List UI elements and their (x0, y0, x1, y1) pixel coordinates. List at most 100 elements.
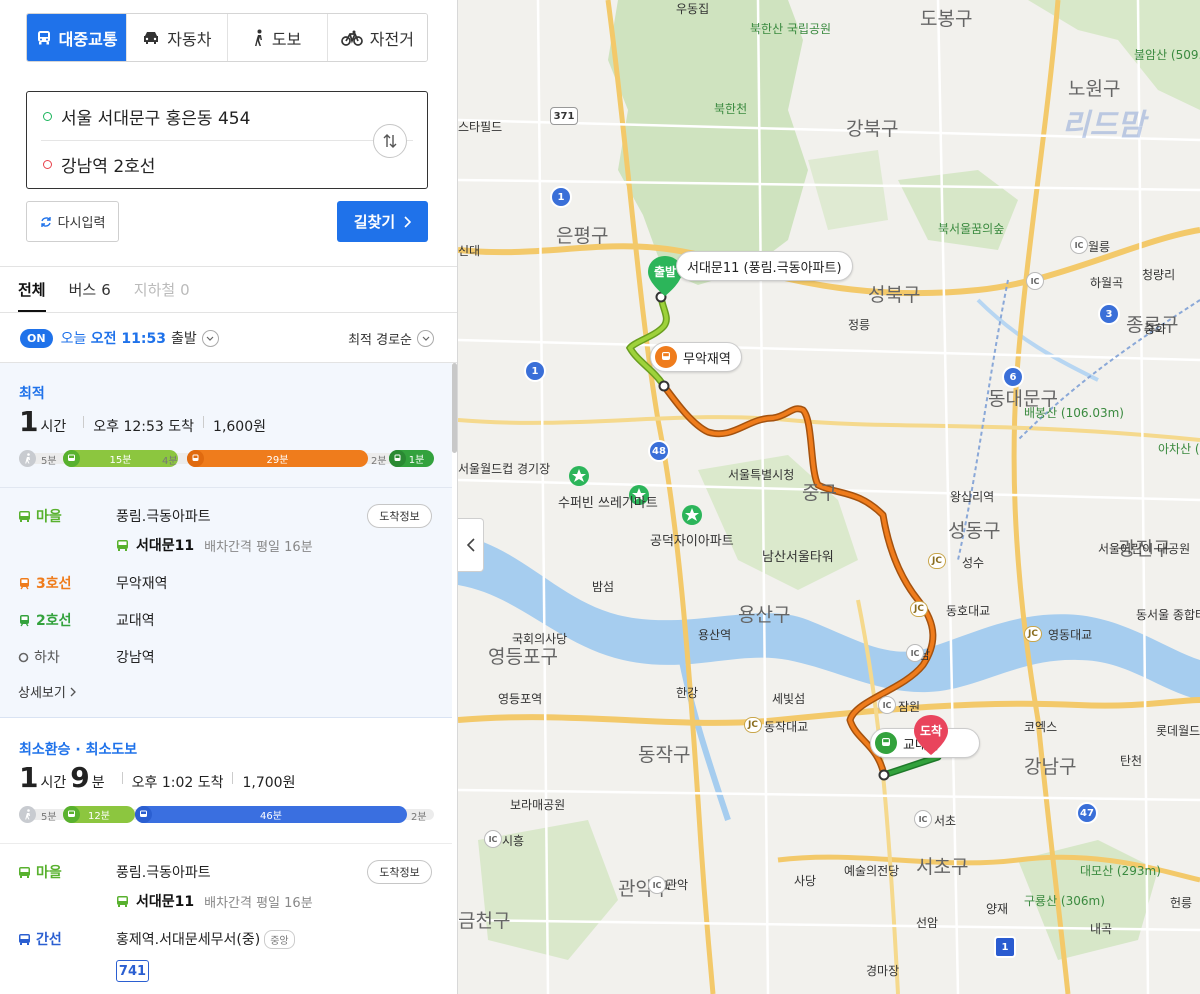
map-poi: 영동대교 (1048, 628, 1093, 642)
step-kind-label: 2호선 (36, 613, 72, 629)
map-poi: 잠원 (898, 700, 921, 714)
village-bus-segment: 15분 (63, 450, 178, 467)
route-label: 최소환승 · 최소도보 (19, 742, 138, 758)
bus-icon (63, 450, 80, 467)
sort-label: 최적 경로순 (348, 332, 412, 348)
scrollbar[interactable] (452, 363, 457, 453)
bus-name[interactable]: 서대문11 (136, 891, 194, 911)
fare: 1,700원 (242, 775, 296, 791)
map-poi: 동서울 종합터미널 (1136, 608, 1200, 622)
route-segment-bar: 5분 15분 4분 29분 2분 1분 (19, 450, 434, 467)
step-place: 무악재역 (116, 576, 168, 592)
bus-icon (19, 933, 30, 945)
mode-public-transit[interactable]: 대중교통 (27, 14, 127, 61)
road-number: 3 (1098, 303, 1120, 325)
bus-interval: 배차간격 평일 16분 (204, 895, 313, 911)
map-poi: 세빛섬 (772, 692, 806, 706)
junction-badge: JC (928, 553, 946, 569)
mode-bicycle[interactable]: 자전거 (326, 14, 427, 61)
mode-label: 자전거 (369, 29, 414, 49)
median-lane-tag: 중앙 (264, 929, 295, 949)
duration-hours-unit: 시간 (40, 419, 67, 435)
separator (203, 415, 205, 428)
swap-route-button[interactable] (373, 124, 407, 158)
route-step-line3: 3호선 무악재역 (18, 573, 438, 593)
route-result-card[interactable]: 최소환승 · 최소도보 1 시간 9 분 오후 1:02 도착 1,700원 5… (0, 719, 452, 994)
tab-bus[interactable]: 버스 6 (69, 267, 111, 312)
step-place: 교대역 (116, 613, 155, 629)
sort-dropdown[interactable]: 최적 경로순 (348, 329, 434, 348)
duration-minutes: 9 (70, 761, 90, 794)
car-icon (144, 32, 159, 44)
map-poi: 하월곡 (1090, 276, 1124, 290)
ic-badge: IC (1026, 272, 1044, 290)
route-step-trunk-bus: 간선 홍제역.서대문세무서(중) 중앙 (18, 929, 438, 949)
step-kind: 마을 (18, 506, 116, 526)
collapse-panel-button[interactable] (458, 518, 484, 572)
bus-icon (63, 806, 80, 823)
detail-link[interactable]: 상세보기 (18, 682, 76, 701)
tab-all[interactable]: 전체 (18, 267, 46, 312)
road-number: 6 (1002, 366, 1024, 388)
route-segment-bar: 5분 12분 46분 2분 (19, 806, 434, 823)
arrival-info-button[interactable]: 도착정보 (367, 504, 432, 528)
bus-icon (19, 866, 30, 878)
mode-car[interactable]: 자동차 (126, 14, 227, 61)
ic-badge: IC (878, 696, 896, 714)
on-badge: ON (20, 328, 53, 348)
directions-panel: 대중교통 자동차 도보 자전거 서울 서대문구 홍은동 454 강남역 2호선 (0, 0, 458, 994)
route-label: 최적 (19, 386, 45, 402)
alight-dot-icon (18, 652, 29, 662)
end-pin-label: 도착 (919, 724, 943, 738)
chevron-right-icon (404, 215, 412, 228)
arrival-info-button[interactable]: 도착정보 (367, 860, 432, 884)
bus-number-badge[interactable]: 741 (116, 960, 149, 982)
departure-time-selector[interactable]: 오늘 오전 11:53 (61, 328, 166, 348)
ic-badge: IC (648, 876, 666, 894)
origin-field[interactable]: 서울 서대문구 홍은동 454 (27, 92, 357, 140)
bus-name[interactable]: 서대문11 (136, 535, 194, 555)
map-label: 금천구 (458, 910, 511, 932)
subway-icon (20, 577, 29, 589)
walk-duration: 5분 (41, 456, 57, 467)
chevron-down-icon[interactable] (201, 329, 219, 347)
duration-hours: 1 (19, 761, 39, 794)
segment-duration: 46분 (260, 811, 282, 822)
tab-label: 지하철 (133, 281, 176, 299)
search-label: 길찾기 (353, 213, 396, 231)
subway-icon (655, 346, 677, 368)
route-result-card[interactable]: 최적 1 시간 오후 12:53 도착 1,600원 5분 15분 4분 29분… (0, 363, 452, 718)
divider (0, 487, 452, 488)
transfer-callout[interactable]: 무악재역 (650, 342, 742, 372)
map-poi: 예술의전당 (844, 864, 900, 878)
search-route-button[interactable]: 길찾기 (337, 201, 428, 242)
map-poi: 양재 (986, 902, 1009, 916)
arrival-time: 오후 1:02 도착 (131, 775, 224, 791)
map-poi: 영등포역 (498, 692, 543, 706)
bus-line-info: 서대문11 배차간격 평일 16분 (116, 891, 313, 911)
separator (232, 771, 234, 784)
duration-hours-unit: 시간 (40, 775, 67, 791)
map-poi: 아차산 (295.7m) (1158, 442, 1200, 456)
map-poi: 대모산 (293m) (1080, 864, 1161, 878)
map-view[interactable]: 도봉구 노원구 강북구 은평구 성북구 동대문구 종로구 중구 성동구 용산구 … (458, 0, 1200, 994)
tab-count: 0 (180, 280, 190, 299)
step-kind-label: 3호선 (36, 576, 72, 592)
start-stop-callout[interactable]: 서대문11 (풍림.극동아파트) (676, 251, 853, 281)
tab-subway[interactable]: 지하철 0 (134, 267, 190, 312)
subway-icon (875, 732, 897, 754)
junction-badge: JC (1024, 626, 1042, 642)
destination-field[interactable]: 강남역 2호선 (27, 140, 357, 188)
end-pin[interactable]: 도착 (914, 715, 948, 755)
map-label: 노원구 (1068, 78, 1121, 100)
step-kind: 하차 (18, 647, 116, 667)
map-poi: 배봉산 (106.03m) (1024, 406, 1124, 420)
reset-button[interactable]: 다시입력 (26, 201, 119, 242)
route-summary: 1 시간 오후 12:53 도착 1,600원 (19, 405, 266, 438)
mode-walk[interactable]: 도보 (226, 14, 327, 61)
junction-badge: JC (910, 601, 928, 617)
road-number: 1 (994, 936, 1016, 958)
route-input-box: 서울 서대문구 홍은동 454 강남역 2호선 (26, 91, 428, 189)
tab-count: 6 (101, 280, 111, 299)
map-poi: 서울월드컵 경기장 (458, 462, 551, 476)
